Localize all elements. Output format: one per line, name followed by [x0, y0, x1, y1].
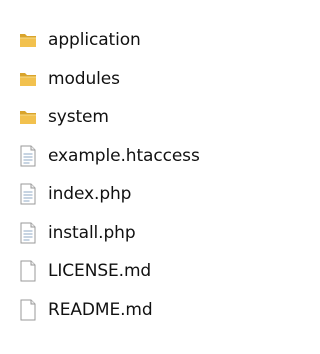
file-name: modules [48, 68, 120, 89]
file-name: index.php [48, 184, 132, 205]
document-text-icon [17, 144, 39, 168]
file-row-install-php[interactable]: install.php [17, 214, 247, 253]
document-blank-icon [17, 259, 39, 283]
document-text-icon [17, 182, 39, 206]
file-row-system[interactable]: system [17, 98, 247, 137]
file-list: application modules system example.htacc… [17, 21, 247, 329]
file-row-modules[interactable]: modules [17, 60, 247, 99]
folder-icon [17, 67, 39, 91]
document-text-icon [17, 221, 39, 245]
document-blank-icon [17, 298, 39, 322]
file-row-index-php[interactable]: index.php [17, 175, 247, 214]
file-name: install.php [48, 222, 136, 243]
folder-icon [17, 28, 39, 52]
file-row-example-htaccess[interactable]: example.htaccess [17, 137, 247, 176]
file-name: example.htaccess [48, 145, 200, 166]
file-row-readme-md[interactable]: README.md [17, 291, 247, 330]
file-name: application [48, 30, 141, 51]
file-row-license-md[interactable]: LICENSE.md [17, 252, 247, 291]
file-name: README.md [48, 299, 153, 320]
file-name: LICENSE.md [48, 261, 152, 282]
folder-icon [17, 105, 39, 129]
file-name: system [48, 107, 109, 128]
file-row-application[interactable]: application [17, 21, 247, 60]
